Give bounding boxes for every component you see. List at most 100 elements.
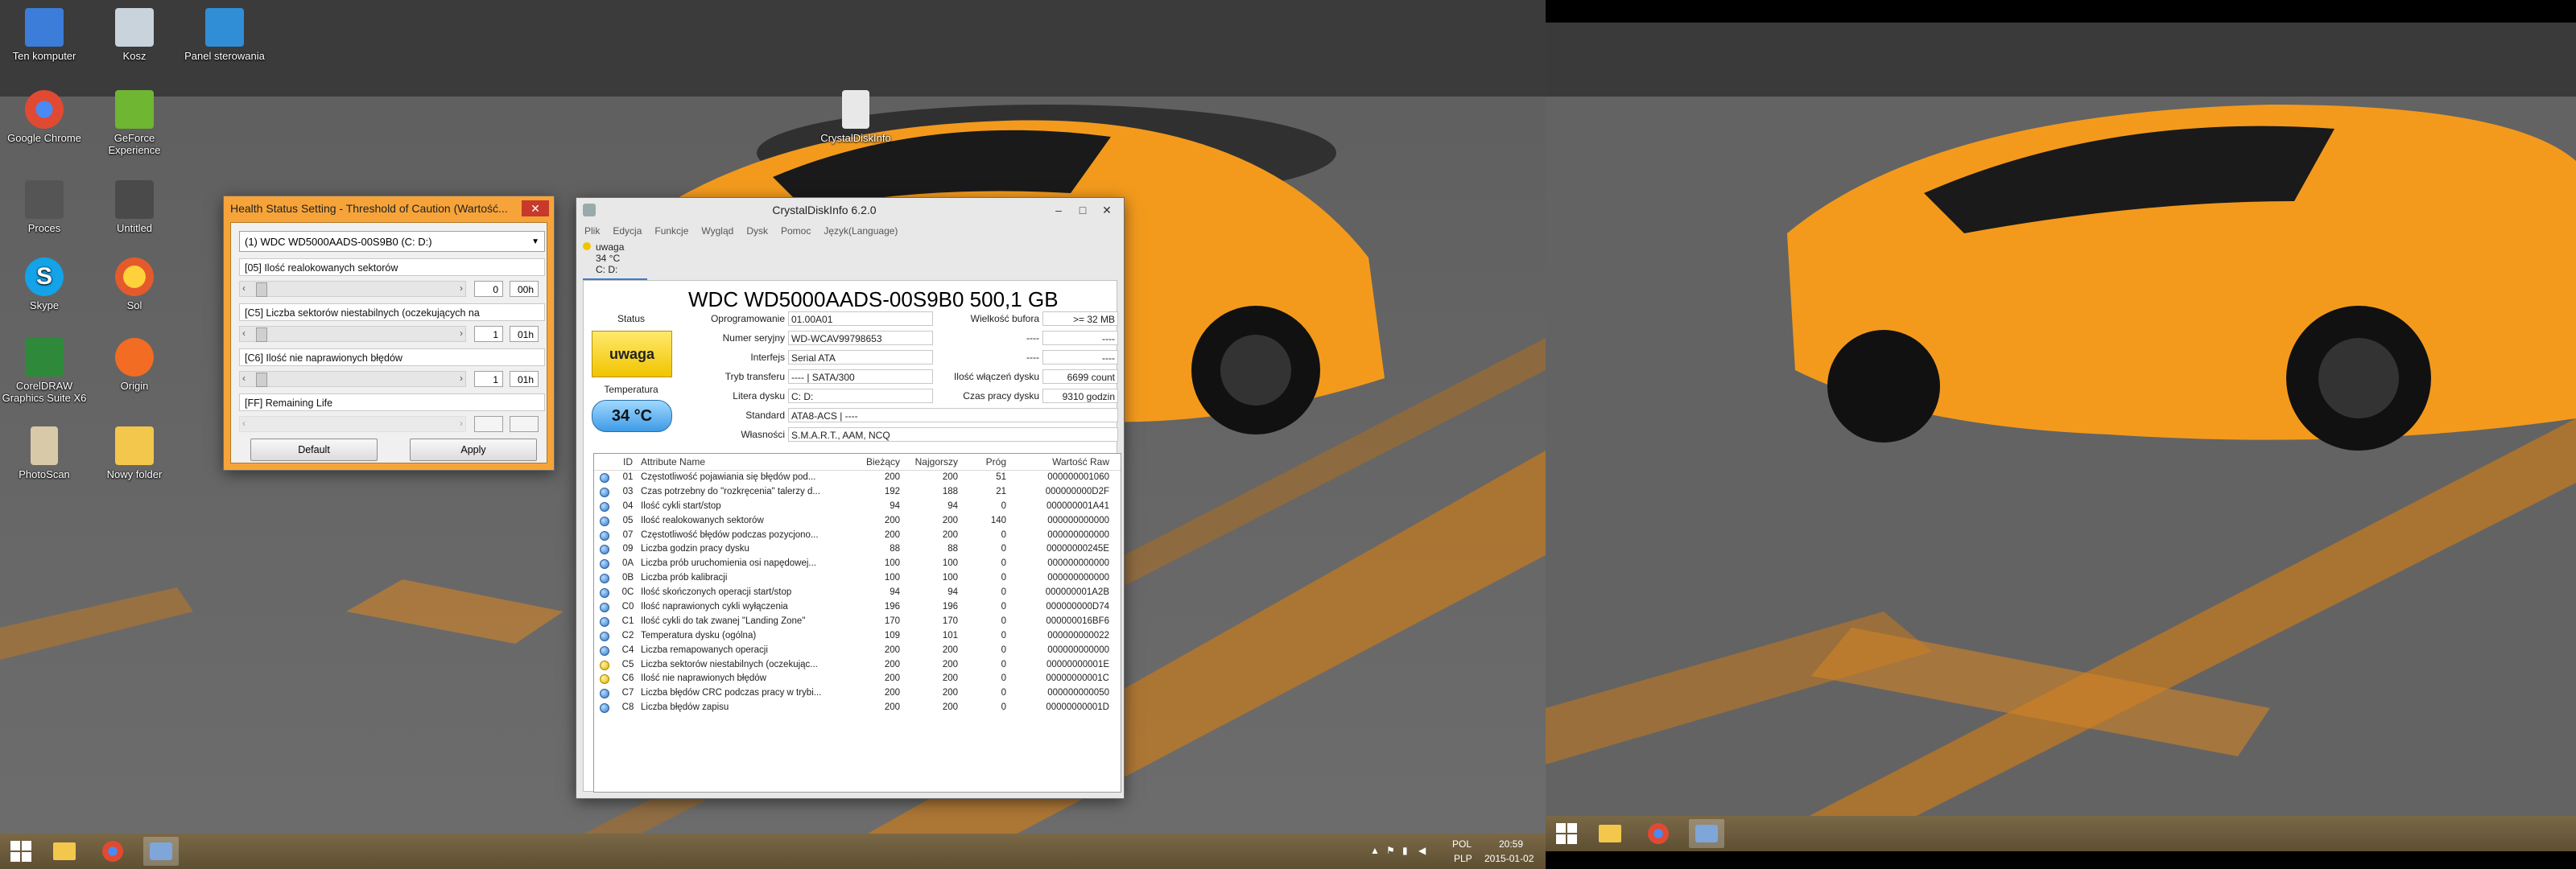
table-row[interactable]: 09 Liczba godzin pracy dysku 88 88 0 00000000…	[594, 542, 1121, 557]
slider-thumb[interactable]	[256, 327, 267, 342]
action-center-icon[interactable]: ⚑	[1386, 845, 1395, 856]
table-row[interactable]: C6 Ilość nie naprawionych błędów 200 200 0 00…	[594, 672, 1121, 686]
cell-name: Częstotliwość pojawiania się błędów pod.…	[641, 472, 816, 482]
col-name[interactable]: Attribute Name	[641, 454, 842, 470]
table-row[interactable]: C5 Liczba sektorów niestabilnych (oczekuj…	[594, 658, 1121, 673]
table-row[interactable]: 0A Liczba prób uruchomienia osi napędowej…	[594, 557, 1121, 571]
col-raw[interactable]: Wartość Raw	[1006, 454, 1109, 470]
menu-functions[interactable]: Funkcje	[654, 225, 688, 237]
minimize-button[interactable]: –	[1046, 201, 1071, 219]
desktop-icon-origin[interactable]: Origin	[90, 338, 179, 392]
table-row[interactable]: 07 Częstotliwość błędów podczas pozycjono…	[594, 529, 1121, 543]
start-button[interactable]	[3, 837, 39, 866]
health-status-button[interactable]: uwaga	[592, 331, 672, 377]
threshold-slider-c6[interactable]: ‹ ›	[239, 371, 466, 387]
windows-logo-icon	[10, 841, 31, 862]
taskbar-crystaldiskinfo[interactable]	[1689, 819, 1724, 848]
threshold-value-c5[interactable]: 1	[474, 326, 503, 342]
col-id[interactable]: ID	[615, 454, 641, 470]
health-window-titlebar[interactable]: Health Status Setting - Threshold of Cau…	[224, 196, 554, 220]
disk-tab[interactable]: uwaga 34 °C C: D:	[583, 241, 647, 281]
cell-raw: 000000016BF6	[1046, 616, 1109, 626]
keyboard-layout[interactable]: PLP	[1454, 853, 1472, 864]
threshold-slider-c5[interactable]: ‹ ›	[239, 326, 466, 342]
cell-name: Czas potrzebny do "rozkręcenia" talerzy …	[641, 486, 820, 496]
desktop-icon-untitled[interactable]: Untitled	[90, 180, 179, 234]
chrome-icon	[25, 90, 64, 129]
desktop-icon-label: CrystalDiskInfo	[820, 132, 891, 144]
col-worst[interactable]: Najgorszy	[900, 454, 958, 470]
cell-raw: 000000001060	[1047, 472, 1109, 482]
apply-button[interactable]: Apply	[410, 439, 537, 461]
maximize-button[interactable]: □	[1071, 201, 1095, 219]
close-button[interactable]: ✕	[1095, 201, 1119, 219]
desktop-icon-chrome[interactable]: Google Chrome	[0, 90, 89, 144]
arrow-left-icon: ‹	[242, 418, 246, 429]
table-row[interactable]: C2 Temperatura dysku (ogólna) 109 101 0 00000…	[594, 629, 1121, 644]
slider-thumb[interactable]	[256, 282, 267, 297]
cell-name: Temperatura dysku (ogólna)	[641, 630, 757, 640]
menu-file[interactable]: Plik	[584, 225, 600, 237]
table-row[interactable]: 0B Liczba prób kalibracji 100 100 0 000000000…	[594, 571, 1121, 586]
menu-help[interactable]: Pomoc	[781, 225, 811, 237]
threshold-slider-05[interactable]: ‹ ›	[239, 281, 466, 297]
disk-select[interactable]: (1) WDC WD5000AADS-00S9B0 (C: D:) ▼	[239, 231, 545, 252]
taskbar-chrome[interactable]	[95, 837, 130, 866]
crystal-titlebar[interactable]: CrystalDiskInfo 6.2.0 – □ ✕	[576, 198, 1124, 222]
clock-time[interactable]: 20:59	[1499, 838, 1523, 850]
close-button[interactable]: ✕	[522, 200, 549, 216]
desktop-icon-geforce[interactable]: GeForce Experience	[90, 90, 179, 156]
menu-edit[interactable]: Edycja	[613, 225, 642, 237]
table-row[interactable]: C8 Liczba błędów zapisu 200 200 0 00000000001…	[594, 701, 1121, 715]
cell-threshold: 0	[1001, 529, 1006, 540]
desktop-icon-proces[interactable]: Proces	[0, 180, 89, 234]
threshold-value-c6[interactable]: 1	[474, 371, 503, 387]
table-row[interactable]: 04 Ilość cykli start/stop 94 94 0 000000001A4…	[594, 500, 1121, 514]
table-row[interactable]: C0 Ilość naprawionych cykli wyłączenia 196…	[594, 600, 1121, 615]
desktop-icon-sol[interactable]: Sol	[90, 257, 179, 311]
desktop-icon-skype[interactable]: S Skype	[0, 257, 89, 311]
desktop-icon-new-folder[interactable]: Nowy folder	[90, 426, 179, 480]
col-threshold[interactable]: Próg	[958, 454, 1006, 470]
cell-threshold: 0	[1001, 573, 1006, 583]
desktop-icon-photoscan[interactable]: PhotoScan	[0, 426, 89, 480]
taskbar-explorer[interactable]	[47, 837, 82, 866]
clock-date[interactable]: 2015-01-02	[1484, 853, 1534, 864]
language-indicator[interactable]: POL	[1452, 838, 1472, 850]
table-row[interactable]: C1 Ilość cykli do tak zwanej "Landing Zon…	[594, 615, 1121, 629]
menu-language[interactable]: Język(Language)	[824, 225, 898, 237]
table-row[interactable]: 05 Ilość realokowanych sektorów 200 200 140 0…	[594, 514, 1121, 529]
table-row[interactable]: C4 Liczba remapowanych operacji 200 200 0 000…	[594, 644, 1121, 658]
desktop-icon-control-panel[interactable]: Panel sterowania	[180, 8, 269, 62]
cell-current: 200	[884, 673, 900, 684]
desktop-icon-crystaldiskinfo[interactable]: CrystalDiskInfo	[811, 90, 900, 144]
table-row[interactable]: 03 Czas potrzebny do "rozkręcenia" talerz…	[594, 485, 1121, 500]
blank2-value: ----	[1042, 350, 1118, 364]
health-status-window: Health Status Setting - Threshold of Cau…	[224, 196, 554, 470]
volume-icon[interactable]: ◀	[1418, 845, 1426, 856]
col-current[interactable]: Bieżący	[842, 454, 900, 470]
desktop-icon-coreldraw[interactable]: CorelDRAW Graphics Suite X6	[0, 338, 89, 404]
start-button[interactable]	[1549, 819, 1584, 848]
crystaldiskinfo-window: CrystalDiskInfo 6.2.0 – □ ✕ Plik Edycja …	[576, 198, 1124, 798]
taskbar-chrome[interactable]	[1641, 819, 1676, 848]
network-icon[interactable]: ▮	[1402, 845, 1408, 856]
taskbar-crystaldiskinfo[interactable]	[143, 837, 179, 866]
desktop-icon-this-pc[interactable]: Ten komputer	[0, 8, 89, 62]
table-row[interactable]: 0C Ilość skończonych operacji start/stop 9…	[594, 586, 1121, 600]
slider-thumb[interactable]	[256, 373, 267, 387]
tray-arrow-icon[interactable]: ▲	[1370, 845, 1380, 856]
table-row[interactable]: 01 Częstotliwość pojawiania się błędów po…	[594, 471, 1121, 485]
taskbar-explorer[interactable]	[1592, 819, 1628, 848]
threshold-label-c5: [C5] Liczba sektorów niestabilnych (ocze…	[239, 303, 545, 336]
threshold-value-05[interactable]: 0	[474, 281, 503, 297]
smart-table[interactable]: ID Attribute Name Bieżący Najgorszy Próg…	[593, 453, 1121, 793]
letterbox-top	[1546, 0, 2576, 23]
temperature-label: Temperatura	[604, 384, 658, 395]
menu-disk[interactable]: Dysk	[746, 225, 768, 237]
firmware-label: Oprogramowanie	[710, 313, 785, 324]
desktop-icon-recycle-bin[interactable]: Kosz	[90, 8, 179, 62]
menu-view[interactable]: Wygląd	[701, 225, 733, 237]
default-button[interactable]: Default	[250, 439, 378, 461]
table-row[interactable]: C7 Liczba błędów CRC podczas pracy w tryb…	[594, 686, 1121, 701]
